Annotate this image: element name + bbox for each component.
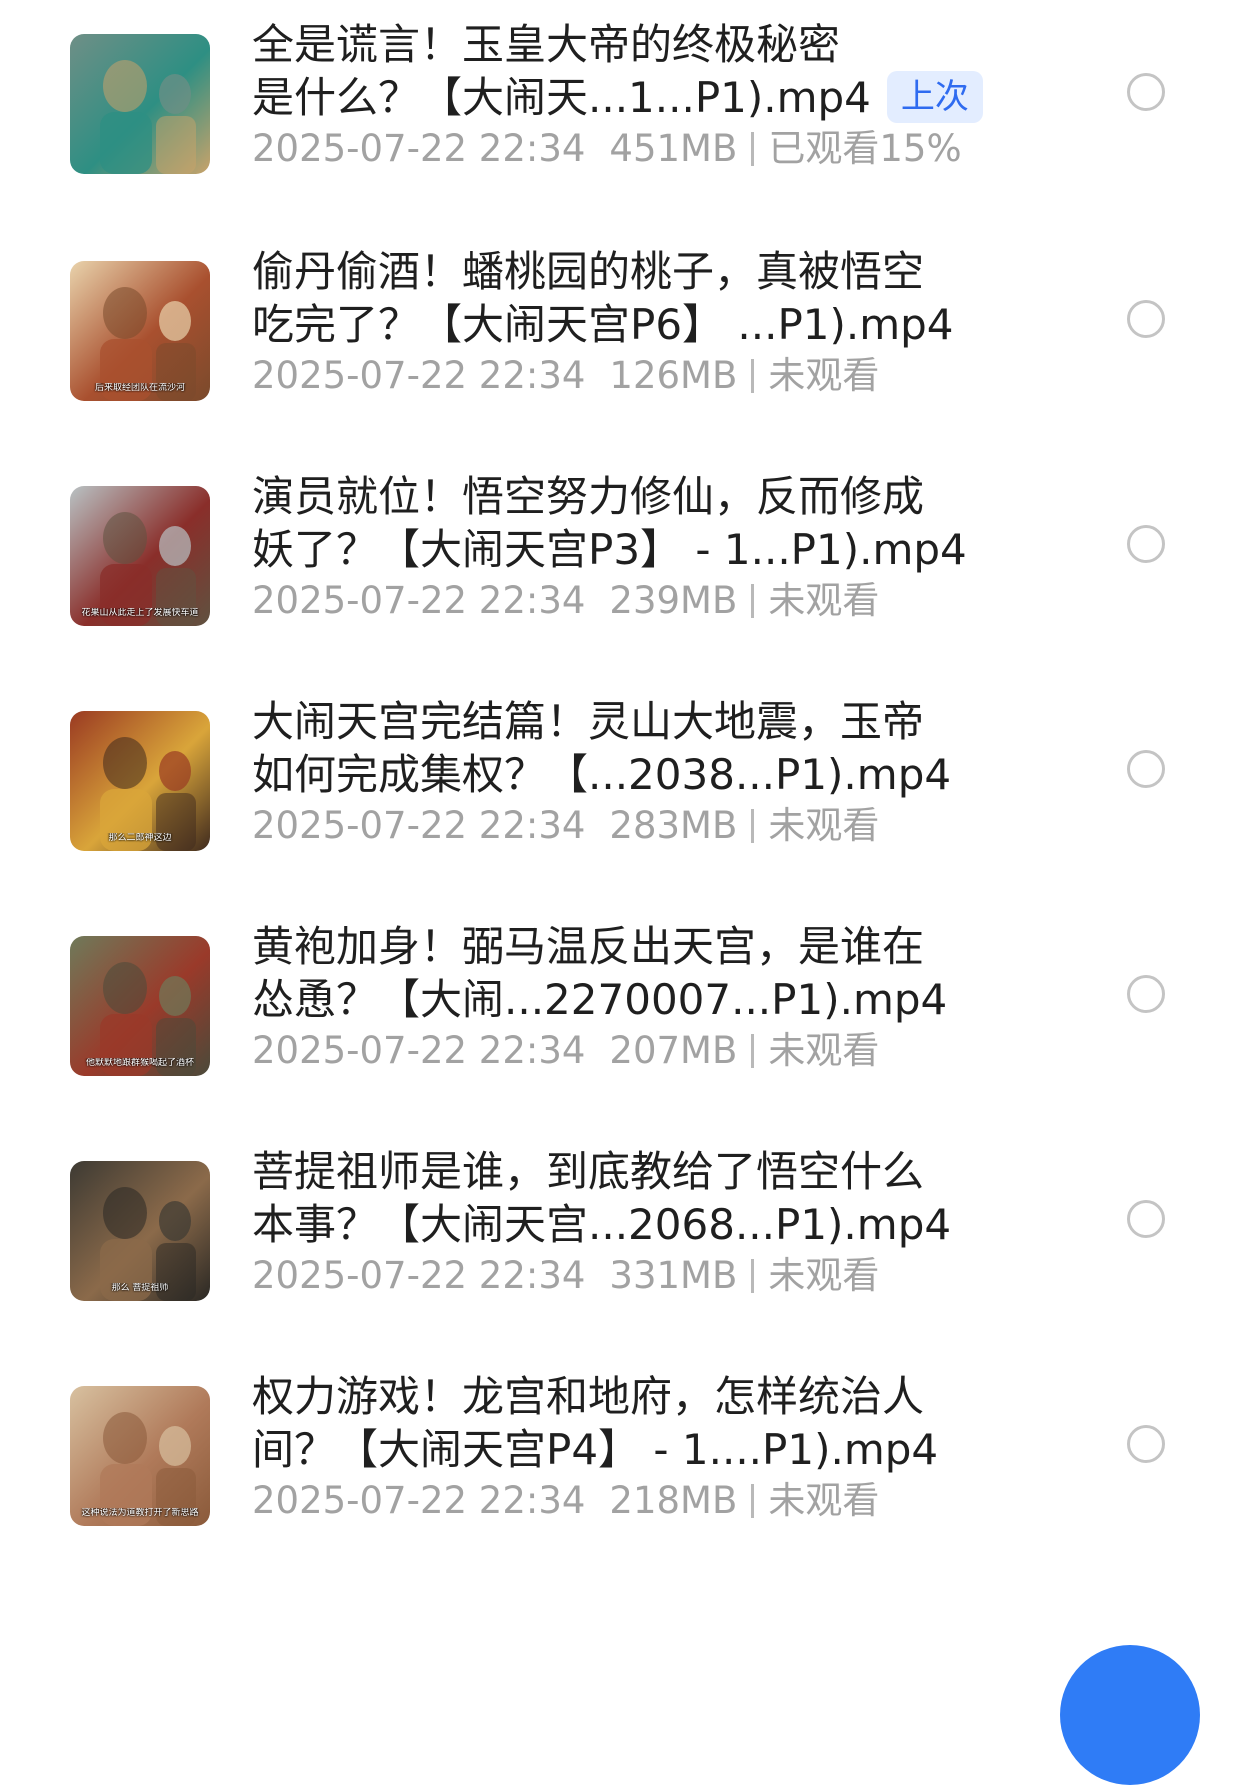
file-title-line1: 演员就位！悟空努力修仙，反而修成 bbox=[252, 472, 925, 521]
list-item[interactable]: 全是谎言！玉皇大帝的终极秘密 是什么？【大闹天...1...P1).mp4 上次 20… bbox=[0, 18, 1260, 208]
select-radio[interactable] bbox=[1127, 1425, 1165, 1463]
file-title-line1: 全是谎言！玉皇大帝的终极秘密 bbox=[252, 20, 841, 69]
list-item[interactable]: 后来取经团队在流沙河 偷丹偷酒！蟠桃园的桃子，真被悟空 吃完了？【大闹天宫P6】 .… bbox=[0, 245, 1260, 435]
file-meta: 2025-07-22 22:34 331MB 未观看 bbox=[252, 1251, 1052, 1301]
meta-divider bbox=[751, 1259, 755, 1293]
video-thumbnail: 这种说法为道教打开了新思路 bbox=[70, 1386, 210, 1526]
file-date: 2025-07-22 22:34 bbox=[252, 1479, 586, 1522]
watch-status: 未观看 bbox=[768, 804, 880, 847]
file-date: 2025-07-22 22:34 bbox=[252, 127, 586, 170]
file-meta: 2025-07-22 22:34 207MB 未观看 bbox=[252, 1026, 1052, 1076]
video-thumbnail: 花果山从此走上了发展快车道 bbox=[70, 486, 210, 626]
file-title-line2-row: 怂恿？【大闹...2270007...P1).mp4 bbox=[252, 973, 1052, 1026]
file-title: 大闹天宫完结篇！灵山大地震，玉帝 如何完成集权？【...2038...P1).mp… bbox=[252, 695, 1052, 801]
file-info: 权力游戏！龙宫和地府，怎样统治人 间？【大闹天宫P4】 - 1....P1).mp… bbox=[252, 1370, 1052, 1526]
file-meta: 2025-07-22 22:34 283MB 未观看 bbox=[252, 801, 1052, 851]
last-played-badge: 上次 bbox=[886, 71, 983, 123]
file-title-line2-row: 是什么？【大闹天...1...P1).mp4 上次 bbox=[252, 71, 1052, 124]
file-size: 331MB bbox=[609, 1254, 738, 1297]
file-title-line2: 妖了？【大闹天宫P3】 - 1...P1).mp4 bbox=[252, 525, 967, 574]
file-title-line1: 菩提祖师是谁，到底教给了悟空什么 bbox=[252, 1147, 925, 1196]
thumbnail-caption: 那么 菩提祖师 bbox=[111, 1283, 169, 1293]
file-title-line1: 权力游戏！龙宫和地府，怎样统治人 bbox=[252, 1372, 925, 1421]
select-radio[interactable] bbox=[1127, 525, 1165, 563]
file-meta: 2025-07-22 22:34 126MB 未观看 bbox=[252, 351, 1052, 401]
file-title-line2-row: 如何完成集权？【...2038...P1).mp4 bbox=[252, 748, 1052, 801]
meta-divider bbox=[751, 584, 755, 618]
meta-divider bbox=[751, 132, 755, 166]
video-thumbnail: 后来取经团队在流沙河 bbox=[70, 261, 210, 401]
file-title-line1: 黄袍加身！弼马温反出天宫，是谁在 bbox=[252, 922, 925, 971]
meta-divider bbox=[751, 1034, 755, 1068]
file-title-line2: 怂恿？【大闹...2270007...P1).mp4 bbox=[252, 975, 948, 1024]
thumbnail-caption: 那么二郎神这边 bbox=[108, 833, 172, 843]
thumbnail-caption: 这种说法为道教打开了新思路 bbox=[81, 1508, 199, 1518]
file-meta: 2025-07-22 22:34 239MB 未观看 bbox=[252, 576, 1052, 626]
file-title-line2: 是什么？【大闹天...1...P1).mp4 bbox=[252, 73, 871, 122]
select-radio[interactable] bbox=[1127, 750, 1165, 788]
file-title-line2: 本事？【大闹天宫...2068...P1).mp4 bbox=[252, 1200, 952, 1249]
list-item[interactable]: 那么二郎神这边 大闹天宫完结篇！灵山大地震，玉帝 如何完成集权？【...2038..… bbox=[0, 695, 1260, 885]
file-title-line2: 吃完了？【大闹天宫P6】 ...P1).mp4 bbox=[252, 300, 954, 349]
watch-status: 未观看 bbox=[768, 354, 880, 397]
file-title-line1: 偷丹偷酒！蟠桃园的桃子，真被悟空 bbox=[252, 247, 925, 296]
meta-divider bbox=[751, 359, 755, 393]
list-item[interactable]: 花果山从此走上了发展快车道 演员就位！悟空努力修仙，反而修成 妖了？【大闹天宫P3】… bbox=[0, 470, 1260, 660]
file-title-line2: 间？【大闹天宫P4】 - 1....P1).mp4 bbox=[252, 1425, 939, 1474]
file-size: 283MB bbox=[609, 804, 738, 847]
file-meta: 2025-07-22 22:34 218MB 未观看 bbox=[252, 1476, 1052, 1526]
video-thumbnail: 他默默地跟群猴喝起了酒杯 bbox=[70, 936, 210, 1076]
file-meta: 2025-07-22 22:34 451MB 已观看15% bbox=[252, 124, 1052, 174]
file-title: 演员就位！悟空努力修仙，反而修成 妖了？【大闹天宫P3】 - 1...P1).mp… bbox=[252, 470, 1052, 576]
file-date: 2025-07-22 22:34 bbox=[252, 354, 586, 397]
file-title-line2-row: 妖了？【大闹天宫P3】 - 1...P1).mp4 bbox=[252, 523, 1052, 576]
meta-divider bbox=[751, 809, 755, 843]
file-date: 2025-07-22 22:34 bbox=[252, 804, 586, 847]
file-size: 451MB bbox=[609, 127, 738, 170]
select-radio[interactable] bbox=[1127, 73, 1165, 111]
select-radio[interactable] bbox=[1127, 300, 1165, 338]
thumbnail-caption: 后来取经团队在流沙河 bbox=[94, 383, 185, 393]
file-title: 偷丹偷酒！蟠桃园的桃子，真被悟空 吃完了？【大闹天宫P6】 ...P1).mp4 bbox=[252, 245, 1052, 351]
watch-status: 未观看 bbox=[768, 1479, 880, 1522]
file-date: 2025-07-22 22:34 bbox=[252, 1029, 586, 1072]
file-size: 239MB bbox=[609, 579, 738, 622]
file-title: 黄袍加身！弼马温反出天宫，是谁在 怂恿？【大闹...2270007...P1).m… bbox=[252, 920, 1052, 1026]
file-title-line2-row: 吃完了？【大闹天宫P6】 ...P1).mp4 bbox=[252, 298, 1052, 351]
file-info: 黄袍加身！弼马温反出天宫，是谁在 怂恿？【大闹...2270007...P1).m… bbox=[252, 920, 1052, 1076]
thumbnail-caption: 他默默地跟群猴喝起了酒杯 bbox=[85, 1058, 194, 1068]
list-item[interactable]: 那么 菩提祖师 菩提祖师是谁，到底教给了悟空什么 本事？【大闹天宫...2068..… bbox=[0, 1145, 1260, 1335]
file-info: 菩提祖师是谁，到底教给了悟空什么 本事？【大闹天宫...2068...P1).mp… bbox=[252, 1145, 1052, 1301]
file-info: 大闹天宫完结篇！灵山大地震，玉帝 如何完成集权？【...2038...P1).mp… bbox=[252, 695, 1052, 851]
file-title-line1: 大闹天宫完结篇！灵山大地震，玉帝 bbox=[252, 697, 925, 746]
file-title-line2-row: 间？【大闹天宫P4】 - 1....P1).mp4 bbox=[252, 1423, 1052, 1476]
list-item[interactable]: 他默默地跟群猴喝起了酒杯 黄袍加身！弼马温反出天宫，是谁在 怂恿？【大闹...227… bbox=[0, 920, 1260, 1110]
list-item[interactable]: 这种说法为道教打开了新思路 权力游戏！龙宫和地府，怎样统治人 间？【大闹天宫P4】 … bbox=[0, 1370, 1260, 1560]
file-info: 全是谎言！玉皇大帝的终极秘密 是什么？【大闹天...1...P1).mp4 上次 20… bbox=[252, 18, 1052, 174]
watch-status: 未观看 bbox=[768, 579, 880, 622]
watch-status: 未观看 bbox=[768, 1029, 880, 1072]
file-size: 126MB bbox=[609, 354, 738, 397]
file-date: 2025-07-22 22:34 bbox=[252, 1254, 586, 1297]
file-title: 权力游戏！龙宫和地府，怎样统治人 间？【大闹天宫P4】 - 1....P1).mp… bbox=[252, 1370, 1052, 1476]
file-date: 2025-07-22 22:34 bbox=[252, 579, 586, 622]
select-radio[interactable] bbox=[1127, 1200, 1165, 1238]
file-info: 演员就位！悟空努力修仙，反而修成 妖了？【大闹天宫P3】 - 1...P1).mp… bbox=[252, 470, 1052, 626]
watch-status: 已观看15% bbox=[768, 127, 962, 170]
file-title-line2: 如何完成集权？【...2038...P1).mp4 bbox=[252, 750, 952, 799]
file-title-line2-row: 本事？【大闹天宫...2068...P1).mp4 bbox=[252, 1198, 1052, 1251]
video-thumbnail bbox=[70, 34, 210, 174]
file-title: 全是谎言！玉皇大帝的终极秘密 是什么？【大闹天...1...P1).mp4 上次 bbox=[252, 18, 1052, 124]
select-radio[interactable] bbox=[1127, 975, 1165, 1013]
watch-status: 未观看 bbox=[768, 1254, 880, 1297]
meta-divider bbox=[751, 1484, 755, 1518]
file-info: 偷丹偷酒！蟠桃园的桃子，真被悟空 吃完了？【大闹天宫P6】 ...P1).mp4 2… bbox=[252, 245, 1052, 401]
file-size: 218MB bbox=[609, 1479, 738, 1522]
floating-action-button[interactable] bbox=[1060, 1645, 1200, 1785]
file-title: 菩提祖师是谁，到底教给了悟空什么 本事？【大闹天宫...2068...P1).mp… bbox=[252, 1145, 1052, 1251]
video-thumbnail: 那么 菩提祖师 bbox=[70, 1161, 210, 1301]
video-thumbnail: 那么二郎神这边 bbox=[70, 711, 210, 851]
thumbnail-caption: 花果山从此走上了发展快车道 bbox=[81, 608, 199, 618]
file-size: 207MB bbox=[609, 1029, 738, 1072]
